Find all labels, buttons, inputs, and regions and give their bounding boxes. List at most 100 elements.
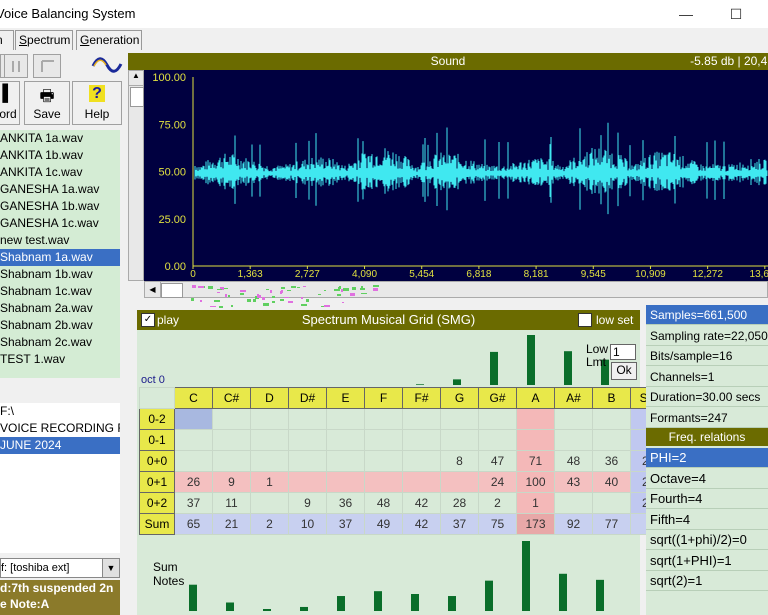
file-list-item[interactable]: ANKITA 1c.wav [0,164,120,181]
freq-relation-item[interactable]: sqrt(1+PHI)=1 [646,551,768,571]
y-tick-label: 75.00 [158,119,186,131]
sum-notes-bar [522,541,530,611]
help-button[interactable]: ? Help [72,81,122,125]
scroll-thumb[interactable] [130,87,144,107]
table-cell [326,471,365,493]
column-header[interactable]: C# [212,387,251,409]
waveform-view[interactable]: 100.00 75.00 50.00 25.00 0.00 0 1,363 2,727 4,09… [128,70,768,281]
noise-speck [200,300,202,302]
file-list-item[interactable]: Shabnam 1a.wav [0,249,120,266]
tab-spectrum[interactable]: Spectrum [15,30,73,50]
noise-speck [342,302,344,303]
freq-relation-item[interactable]: Fifth=4 [646,510,768,530]
freq-relation-item[interactable]: PHI=2 [646,448,768,468]
column-header[interactable]: G# [478,387,517,409]
table-cell [554,492,593,514]
spectrum-noise [191,285,379,308]
drive-select[interactable]: f: [toshiba ext] ▼ [0,558,120,578]
column-header[interactable]: B [592,387,631,409]
column-header[interactable]: G [440,387,479,409]
hscroll-thumb[interactable] [161,283,183,298]
column-header[interactable]: A# [554,387,593,409]
low-set-checkbox[interactable] [578,313,592,327]
low-limit-input[interactable] [610,344,636,360]
table-cell: 21 [212,513,251,535]
save-button[interactable]: 🖶 Save [24,81,70,125]
record-button[interactable]: ▌ ord [0,81,20,125]
file-list-item[interactable]: Shabnam 1c.wav [0,283,120,300]
scroll-up-icon[interactable]: ▲ [129,71,143,86]
file-list[interactable]: ANKITA 1a.wav ANKITA 1b.wav ANKITA 1c.wav G… [0,130,120,378]
sound-readout: -5.85 db | 20,46 [690,54,768,68]
column-header[interactable]: D# [288,387,327,409]
window-title: Voice Balancing System [0,6,136,21]
directory-item[interactable]: F:\ [0,403,120,420]
file-list-item[interactable]: GANESHA 1c.wav [0,215,120,232]
table-cell: 40 [592,471,631,493]
tab-spectrum-key: S [19,33,28,47]
x-tick-label: 6,818 [466,269,491,280]
scroll-left-icon[interactable]: ◀ [145,282,161,297]
table-cell: 2 [478,492,517,514]
table-cell [250,492,289,514]
table-cell: 26 [174,471,213,493]
noise-speck [297,287,300,288]
freq-relation-item[interactable]: sqrt(2)=1 [646,571,768,591]
file-list-item[interactable]: Shabnam 2c.wav [0,334,120,351]
table-cell: 24 [478,471,517,493]
column-header[interactable]: F# [402,387,441,409]
directory-item[interactable]: JUNE 2024 [0,437,120,454]
column-header[interactable]: A [516,387,555,409]
directory-list[interactable]: F:\ VOICE RECORDING FI JUNE 2024 [0,403,120,553]
pause-button[interactable] [4,54,28,78]
x-tick-label: 1,363 [238,269,263,280]
tab-generation[interactable]: Generation [76,30,142,50]
file-list-item[interactable]: Shabnam 1b.wav [0,266,120,283]
chevron-down-icon[interactable]: ▼ [102,559,119,577]
freq-relation-item[interactable]: sqrt((1+phi)/2)=0 [646,530,768,550]
x-tick-label: 9,545 [581,269,606,280]
sum-notes-chart [189,541,604,611]
row-label[interactable]: 0+0 [139,450,175,472]
column-header[interactable]: E [326,387,365,409]
file-list-item[interactable]: Shabnam 2a.wav [0,300,120,317]
file-list-item[interactable]: ANKITA 1b.wav [0,147,120,164]
directory-item[interactable]: VOICE RECORDING FI [0,420,120,437]
table-cell: 100 [516,471,555,493]
stop-button[interactable] [33,54,61,78]
row-label[interactable]: 0+2 [139,492,175,514]
x-tick-label: 10,909 [635,269,666,280]
noise-speck [208,286,213,289]
file-list-item[interactable]: Shabnam 2b.wav [0,317,120,334]
file-list-item[interactable]: TEST 1.wav [0,351,120,368]
ok-button[interactable]: Ok [611,362,637,380]
x-tick-label: 4,090 [352,269,377,280]
noise-speck [228,295,230,297]
freq-relation-item[interactable]: Octave=4 [646,469,768,489]
table-cell [364,471,403,493]
noise-speck [324,290,326,291]
table-cell [364,450,403,472]
file-list-item[interactable]: GANESHA 1a.wav [0,181,120,198]
column-header[interactable]: D [250,387,289,409]
freq-relation-item[interactable]: Fourth=4 [646,489,768,509]
vertical-scrollbar[interactable]: ▲ [128,70,144,281]
table-cell: 37 [326,513,365,535]
table-row: 0+0847714836212 [139,450,674,472]
file-list-item[interactable]: GANESHA 1b.wav [0,198,120,215]
row-label[interactable]: 0+1 [139,471,175,493]
x-tick-label: 12,272 [692,269,723,280]
minimize-button[interactable]: — [672,4,700,24]
x-tick-label: 8,181 [524,269,549,280]
column-header[interactable]: C [174,387,213,409]
maximize-button[interactable]: ☐ [722,4,750,24]
column-header[interactable]: F [364,387,403,409]
tab-main[interactable]: n [0,30,14,50]
noise-speck [303,286,306,287]
file-list-item[interactable]: new test.wav [0,232,120,249]
row-label[interactable]: 0-1 [139,429,175,451]
file-list-item[interactable]: ANKITA 1a.wav [0,130,120,147]
row-label[interactable]: Sum [139,513,175,535]
table-cell [402,408,441,430]
row-label[interactable]: 0-2 [139,408,175,430]
